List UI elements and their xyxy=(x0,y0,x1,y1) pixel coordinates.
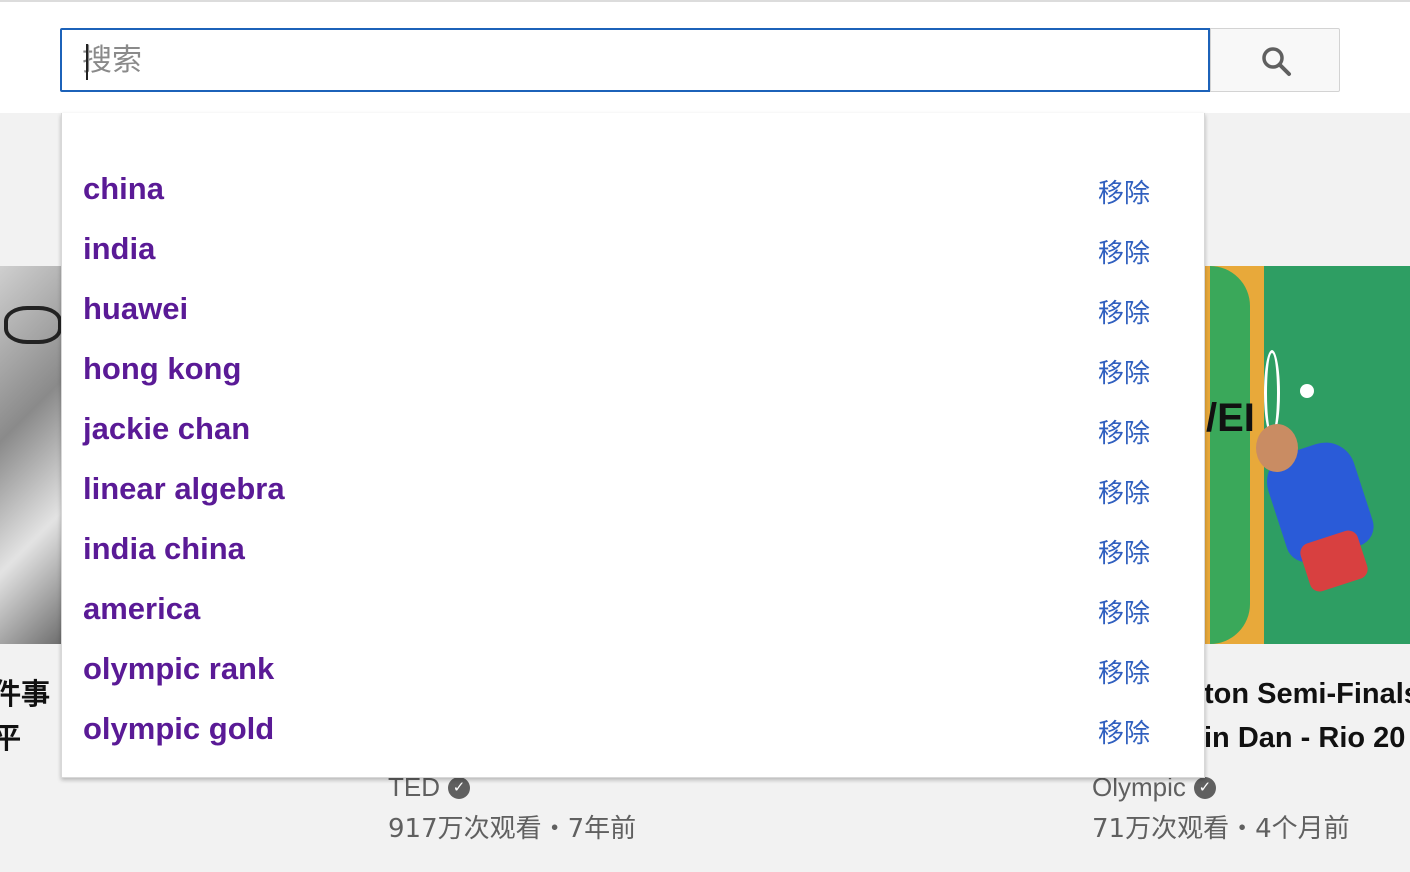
suggestion-text[interactable]: india xyxy=(83,231,155,267)
remove-suggestion-link[interactable]: 移除 xyxy=(1098,173,1150,210)
remove-suggestion-link[interactable]: 移除 xyxy=(1098,533,1150,570)
video-title-left[interactable]: 件事 平 xyxy=(0,672,50,760)
remove-suggestion-link[interactable]: 移除 xyxy=(1098,653,1150,690)
search-button[interactable] xyxy=(1210,28,1340,92)
video-title-left-line2: 平 xyxy=(0,721,22,755)
suggestion-text[interactable]: china xyxy=(83,171,164,207)
suggestion-item[interactable]: olympic rank 移除 xyxy=(62,639,1206,699)
remove-suggestion-link[interactable]: 移除 xyxy=(1098,353,1150,390)
suggestion-text[interactable]: jackie chan xyxy=(83,411,250,447)
search-icon xyxy=(1262,47,1291,76)
suggestion-item[interactable]: america 移除 xyxy=(62,579,1206,639)
verified-check-icon: ✓ xyxy=(448,776,470,799)
suggestion-text[interactable]: huawei xyxy=(83,291,188,327)
masthead xyxy=(0,0,1410,113)
verified-check-icon: ✓ xyxy=(1193,776,1216,799)
search-input[interactable] xyxy=(82,38,1182,82)
remove-suggestion-link[interactable]: 移除 xyxy=(1098,713,1150,750)
video-thumbnail-left[interactable] xyxy=(0,266,62,644)
search-box[interactable] xyxy=(60,28,1210,92)
video-meta-left: 917万次观看・7年前 xyxy=(388,814,637,844)
remove-suggestion-link[interactable]: 移除 xyxy=(1098,293,1150,330)
suggestion-text[interactable]: india china xyxy=(83,531,245,567)
search-suggestions-dropdown: china 移除 india 移除 huawei 移除 hong kong 移除… xyxy=(61,113,1205,778)
video-title-left-line1: 件事 xyxy=(0,677,51,711)
video-title-right[interactable]: ton Semi-Finals in Dan - Rio 20 xyxy=(1204,672,1410,760)
suggestion-text[interactable]: hong kong xyxy=(83,351,241,387)
suggestion-item[interactable]: olympic gold 移除 xyxy=(62,699,1206,759)
suggestion-item[interactable]: jackie chan 移除 xyxy=(62,399,1206,459)
shuttlecock xyxy=(1300,384,1314,398)
suggestion-item[interactable]: china 移除 xyxy=(62,159,1206,219)
suggestion-text[interactable]: olympic rank xyxy=(83,651,274,687)
suggestion-text[interactable]: america xyxy=(83,591,200,627)
remove-suggestion-link[interactable]: 移除 xyxy=(1098,473,1150,510)
thumbnail-glasses xyxy=(4,306,62,344)
video-thumbnail-right[interactable]: /EI xyxy=(1204,266,1410,644)
page: /EI 件事 平 ton Semi-Finals in Dan - Rio 20… xyxy=(0,0,1410,872)
suggestion-item[interactable]: hong kong 移除 xyxy=(62,339,1206,399)
suggestion-item[interactable]: huawei 移除 xyxy=(62,279,1206,339)
thumbnail-text: /EI xyxy=(1206,396,1255,440)
remove-suggestion-link[interactable]: 移除 xyxy=(1098,233,1150,270)
court-green xyxy=(1210,266,1250,644)
suggestion-item[interactable]: india 移除 xyxy=(62,219,1206,279)
remove-suggestion-link[interactable]: 移除 xyxy=(1098,413,1150,450)
video-meta-right: 71万次观看・4个月前 xyxy=(1092,814,1350,844)
suggestion-text[interactable]: linear algebra xyxy=(83,471,285,507)
video-title-right-line1: ton Semi-Finals xyxy=(1204,678,1410,710)
remove-suggestion-link[interactable]: 移除 xyxy=(1098,593,1150,630)
video-title-right-line2: in Dan - Rio 20 xyxy=(1204,722,1406,754)
suggestion-item[interactable]: india china 移除 xyxy=(62,519,1206,579)
suggestion-text[interactable]: olympic gold xyxy=(83,711,274,747)
text-caret xyxy=(86,44,88,80)
player-head xyxy=(1256,424,1298,472)
suggestion-item[interactable]: linear algebra 移除 xyxy=(62,459,1206,519)
